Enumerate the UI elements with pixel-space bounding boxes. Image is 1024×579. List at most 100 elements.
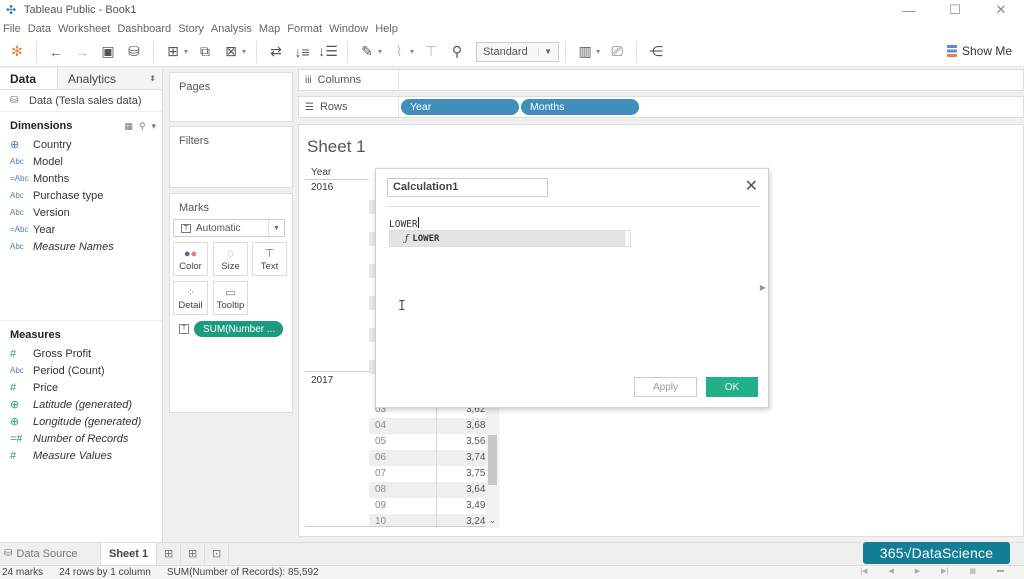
tab-analytics[interactable]: Analytics ⬍ — [57, 68, 162, 89]
show-cards-caret-icon[interactable]: ▾ — [596, 47, 600, 56]
up-down-arrow-icon[interactable]: ⬍ — [149, 74, 156, 83]
sheet-sorter-icon[interactable]: ▦ — [969, 567, 976, 575]
calculation-name-input[interactable]: Calculation1 — [387, 178, 548, 197]
menu-file[interactable]: File — [3, 23, 21, 35]
group-members-icon[interactable]: ⌇ — [388, 41, 410, 63]
detail-button[interactable]: ⁘ Detail — [173, 281, 208, 315]
dimension-field[interactable]: ⊕ Country — [0, 136, 162, 153]
new-dashboard-icon[interactable]: ⊞ — [181, 542, 206, 565]
menu-caret-icon[interactable]: ▾ — [151, 121, 156, 132]
measure-field[interactable]: ⊕ Latitude (generated) — [0, 396, 162, 413]
clear-sheet-caret-icon[interactable]: ▾ — [242, 47, 246, 56]
new-data-source-icon[interactable]: ⛁ — [123, 41, 145, 63]
dimension-field[interactable]: =Abc Months — [0, 170, 162, 187]
show-cards-icon[interactable]: ▥ — [574, 41, 596, 63]
table-row[interactable]: 05 3,564 — [369, 434, 497, 450]
dimension-field[interactable]: Abc Measure Names — [0, 238, 162, 255]
highlight-icon[interactable]: ✎ — [356, 41, 378, 63]
first-sheet-icon[interactable]: |◀ — [860, 567, 867, 575]
menu-dashboard[interactable]: Dashboard — [117, 23, 171, 35]
year-pill[interactable]: Year — [401, 99, 519, 115]
save-icon[interactable]: ▣ — [97, 41, 119, 63]
new-worksheet-icon[interactable]: ⊞ — [157, 542, 182, 565]
year-cell[interactable]: 2016 — [311, 182, 333, 193]
table-row[interactable]: 08 3,648 — [369, 482, 497, 498]
close-window-button[interactable]: ✕ — [978, 0, 1024, 20]
filters-card[interactable]: Filters — [169, 126, 293, 188]
measure-field[interactable]: ⊕ Longitude (generated) — [0, 413, 162, 430]
filmstrip-icon[interactable]: ▬ — [997, 567, 1004, 575]
measure-field[interactable]: # Gross Profit — [0, 345, 162, 362]
redo-icon[interactable]: → — [71, 41, 93, 63]
dimension-field[interactable]: Abc Purchase type — [0, 187, 162, 204]
duplicate-sheet-icon[interactable]: ⧉ — [194, 41, 216, 63]
table-row[interactable]: 09 3,491 — [369, 498, 497, 514]
data-source-tab[interactable]: ⛁ Data Source — [0, 548, 100, 560]
group-caret-icon[interactable]: ▾ — [410, 47, 414, 56]
text-button[interactable]: ⊤ Text — [252, 242, 287, 276]
search-icon[interactable]: ⚲ — [139, 121, 146, 132]
mark-type-select[interactable]: T Automatic ▼ — [173, 219, 285, 237]
ok-button[interactable]: OK — [706, 377, 758, 397]
swap-rows-columns-icon[interactable]: ⇄ — [265, 41, 287, 63]
sort-ascending-icon[interactable]: ↓≡ — [291, 41, 313, 63]
view-grid-icon[interactable]: ▦ — [124, 121, 133, 132]
view-size-select[interactable]: Standard ▼ — [476, 41, 560, 62]
measure-field[interactable]: Abc Period (Count) — [0, 362, 162, 379]
show-me-button[interactable]: Show Me — [946, 44, 1012, 58]
menu-worksheet[interactable]: Worksheet — [58, 23, 110, 35]
columns-shelf[interactable]: iii Columns — [298, 69, 1024, 91]
fix-axes-pin-icon[interactable]: ⚲ — [446, 41, 468, 63]
size-button[interactable]: ◌ Size — [213, 242, 248, 276]
sort-descending-icon[interactable]: ↓☰ — [317, 41, 339, 63]
undo-icon[interactable]: ← — [45, 41, 67, 63]
minimize-button[interactable]: — — [886, 0, 932, 20]
share-icon[interactable]: ⋲ — [645, 41, 667, 63]
data-source-item[interactable]: ⛁ Data (Tesla sales data) — [0, 90, 162, 112]
color-button[interactable]: ●● Color — [173, 242, 208, 276]
table-row[interactable]: 04 3,688 — [369, 418, 497, 434]
presentation-mode-icon[interactable]: ⎚ — [606, 41, 628, 63]
table-row[interactable]: 06 3,745 — [369, 450, 497, 466]
expand-panel-arrow-icon[interactable]: ▶ — [760, 283, 766, 292]
pages-card[interactable]: Pages — [169, 72, 293, 122]
menu-story[interactable]: Story — [178, 23, 204, 35]
dimension-field[interactable]: =Abc Year — [0, 221, 162, 238]
menu-window[interactable]: Window — [329, 23, 368, 35]
scrollbar-thumb[interactable] — [488, 435, 497, 485]
show-mark-labels-icon[interactable]: ⊤ — [420, 41, 442, 63]
table-row[interactable]: 10 3,241 — [369, 514, 497, 526]
table-row[interactable]: 07 3,758 — [369, 466, 497, 482]
prev-sheet-icon[interactable]: ◀ — [888, 567, 893, 575]
months-pill[interactable]: Months — [521, 99, 639, 115]
clear-sheet-icon[interactable]: ⊠ — [220, 41, 242, 63]
rows-shelf[interactable]: ☰ Rows Year Months — [298, 96, 1024, 118]
sum-number-of-records-pill[interactable]: SUM(Number ... — [194, 321, 283, 337]
sheet-1-tab[interactable]: Sheet 1 — [100, 542, 158, 565]
apply-button[interactable]: Apply — [634, 377, 697, 397]
autocomplete-suggestion[interactable]: ƒ LOWER — [389, 230, 631, 247]
maximize-button[interactable]: ☐ — [932, 0, 978, 20]
formula-editor[interactable]: LOWER — [389, 217, 419, 230]
menu-analysis[interactable]: Analysis — [211, 23, 252, 35]
menu-map[interactable]: Map — [259, 23, 280, 35]
new-worksheet-icon[interactable]: ⊞ — [162, 41, 184, 63]
scroll-down-icon[interactable]: ⌄ — [486, 516, 499, 528]
new-story-icon[interactable]: ⊡ — [205, 542, 230, 565]
measure-field[interactable]: # Measure Values — [0, 447, 162, 464]
close-icon[interactable]: ✕ — [745, 178, 758, 196]
tooltip-button[interactable]: ▭ Tooltip — [213, 281, 248, 315]
tableau-home-icon[interactable]: ✻ — [6, 41, 28, 63]
dimension-field[interactable]: Abc Version — [0, 204, 162, 221]
new-worksheet-caret-icon[interactable]: ▾ — [184, 47, 188, 56]
highlight-caret-icon[interactable]: ▾ — [378, 47, 382, 56]
suggestion-scrollbar[interactable] — [624, 231, 630, 246]
dimension-field[interactable]: Abc Model — [0, 153, 162, 170]
measure-field[interactable]: =# Number of Records — [0, 430, 162, 447]
year-cell[interactable]: 2017 — [311, 375, 333, 386]
menu-format[interactable]: Format — [287, 23, 322, 35]
tab-data[interactable]: Data — [0, 68, 57, 89]
last-sheet-icon[interactable]: ▶| — [941, 567, 948, 575]
next-sheet-icon[interactable]: ▶ — [915, 567, 920, 575]
menu-help[interactable]: Help — [375, 23, 398, 35]
